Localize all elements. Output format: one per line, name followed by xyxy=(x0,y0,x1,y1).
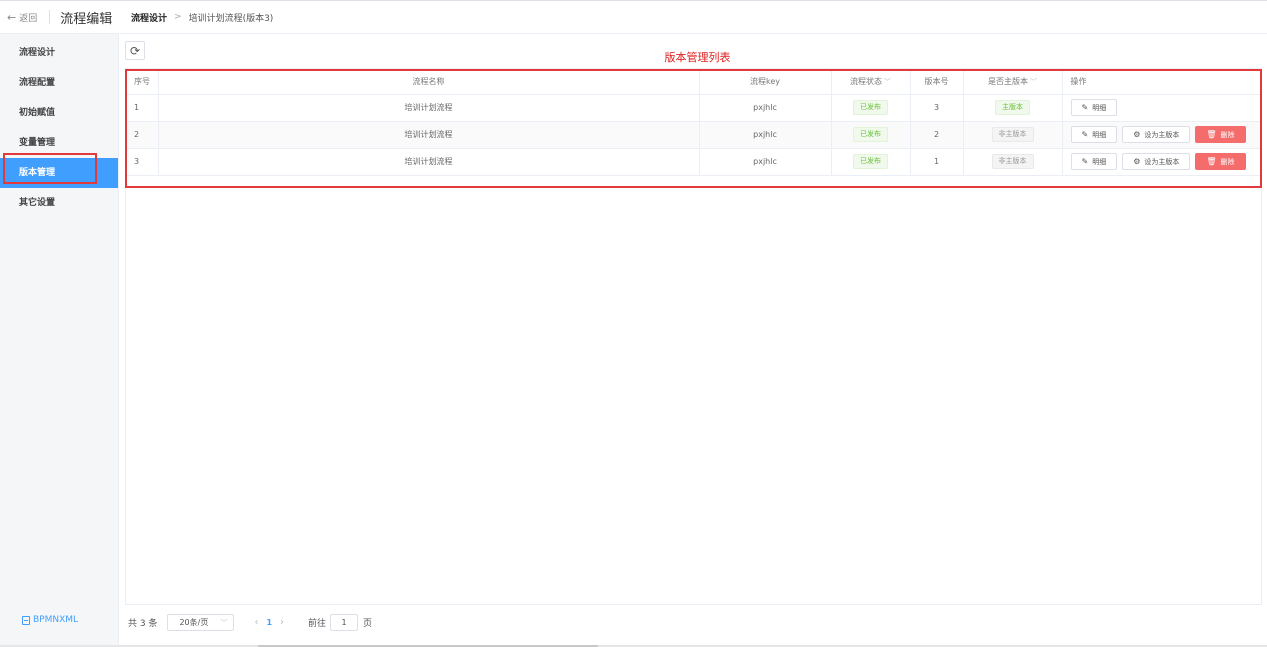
cell-key: pxjhlc xyxy=(699,121,832,149)
editor-title: 流程编辑 xyxy=(60,11,113,27)
cell-status: 已发布 xyxy=(831,148,911,176)
detail-button[interactable]: ✎ 明细 xyxy=(1070,153,1118,170)
cell-version: 2 xyxy=(910,121,964,149)
bpmn-xml-label: BPMNXML xyxy=(33,615,79,625)
main-version-badge: 非主版本 xyxy=(991,127,1034,142)
trash-icon: 🗑 xyxy=(1206,157,1217,166)
cell-index: 1 xyxy=(126,94,159,122)
prev-page-icon[interactable]: ‹ xyxy=(254,617,258,628)
col-header-actions: 操作 xyxy=(1062,70,1261,95)
table-row: 3 培训计划流程 pxjhlc 已发布 1 非主版本 ✎ 明细 ⚙ 设为主版本 🗑 删除 xyxy=(126,148,1261,176)
pagination: 共 3 条 20条/页 ﹀ ‹ 1 › 前往 1 页 xyxy=(128,614,372,631)
set-main-version-button[interactable]: ⚙ 设为主版本 xyxy=(1122,126,1191,143)
col-header-key: 流程key xyxy=(699,70,832,95)
page-suffix: 页 xyxy=(363,619,373,629)
cell-is-main: 非主版本 xyxy=(963,148,1063,176)
gear-icon: ⚙ xyxy=(1133,130,1141,139)
cell-actions: ✎ 明细 ⚙ 设为主版本 🗑 删除 xyxy=(1062,121,1261,149)
edit-icon: ✎ xyxy=(1081,103,1089,112)
sidebar-item-variables[interactable]: 变量管理 xyxy=(0,128,118,158)
cell-index: 2 xyxy=(126,121,159,149)
col-header-index: 序号 xyxy=(126,70,159,95)
main-version-badge: 非主版本 xyxy=(991,154,1034,169)
breadcrumb-current: 培训计划流程(版本3) xyxy=(188,13,274,24)
table-title-text: 版本管理列表 xyxy=(664,51,731,64)
status-badge: 已发布 xyxy=(853,154,888,169)
sidebar-item-initial-values[interactable]: 初始赋值 xyxy=(0,98,118,128)
chevron-down-icon: ﹀ xyxy=(220,618,228,627)
set-main-label: 设为主版本 xyxy=(1144,130,1180,139)
pagination-total: 共 3 条 xyxy=(128,619,158,629)
sidebar: ← 返回 流程编辑 流程设计 流程配置 初始赋值 变量管理 版本管理 其它设置 … xyxy=(0,1,119,647)
cell-name: 培训计划流程 xyxy=(158,94,700,122)
delete-button[interactable]: 🗑 删除 xyxy=(1195,126,1246,143)
page-size-select[interactable]: 20条/页 ﹀ xyxy=(167,614,235,631)
cell-index: 3 xyxy=(126,148,159,176)
edit-icon: ✎ xyxy=(1081,130,1089,139)
delete-label: 删除 xyxy=(1220,130,1235,139)
cell-key: pxjhlc xyxy=(699,148,832,176)
cell-status: 已发布 xyxy=(831,121,911,149)
status-badge: 已发布 xyxy=(853,100,888,115)
col-header-name: 流程名称 xyxy=(158,70,700,95)
col-header-status[interactable]: 流程状态 ﹀ xyxy=(831,70,911,95)
breadcrumb: 流程设计 > 培训计划流程(版本3) xyxy=(120,1,1267,34)
back-label: 返回 xyxy=(19,13,38,24)
chevron-down-icon: ﹀ xyxy=(884,78,891,87)
sidebar-item-other-settings[interactable]: 其它设置 xyxy=(0,188,118,218)
cell-name: 培训计划流程 xyxy=(158,148,700,176)
main-version-badge: 主版本 xyxy=(995,100,1030,115)
status-badge: 已发布 xyxy=(853,127,888,142)
trash-icon: 🗑 xyxy=(1206,130,1217,139)
breadcrumb-separator: > xyxy=(174,12,182,22)
cell-is-main: 非主版本 xyxy=(963,121,1063,149)
page-number-current[interactable]: 1 xyxy=(266,618,272,627)
cell-key: pxjhlc xyxy=(699,94,832,122)
next-page-icon[interactable]: › xyxy=(280,617,284,628)
cell-is-main: 主版本 xyxy=(963,94,1063,122)
col-header-is-main[interactable]: 是否主版本 ﹀ xyxy=(963,70,1063,95)
table-row: 1 培训计划流程 pxjhlc 已发布 3 主版本 ✎ 明细 xyxy=(126,94,1261,122)
col-header-is-main-label: 是否主版本 xyxy=(988,77,1028,87)
goto-label: 前往 xyxy=(308,619,327,629)
cell-name: 培训计划流程 xyxy=(158,121,700,149)
breadcrumb-root[interactable]: 流程设计 xyxy=(131,11,167,24)
sidebar-item-version-management[interactable]: 版本管理 xyxy=(0,158,118,188)
page-size-value: 20条/页 xyxy=(179,618,209,627)
sidebar-header: ← 返回 流程编辑 xyxy=(0,1,119,34)
sidebar-menu: 流程设计 流程配置 初始赋值 变量管理 版本管理 其它设置 xyxy=(0,38,118,218)
col-header-status-label: 流程状态 xyxy=(850,77,882,87)
col-header-version: 版本号 xyxy=(910,70,964,95)
detail-button[interactable]: ✎ 明细 xyxy=(1070,99,1118,116)
edit-icon: ✎ xyxy=(1081,157,1089,166)
version-table: 序号 流程名称 流程key 流程状态 ﹀ 版本号 是否主版本 ﹀ 操作 1 培训计划… xyxy=(126,70,1261,176)
detail-label: 明细 xyxy=(1092,157,1107,166)
delete-button[interactable]: 🗑 删除 xyxy=(1195,153,1246,170)
bpmn-xml-link[interactable]: BPMNXML xyxy=(22,615,78,625)
cell-actions: ✎ 明细 xyxy=(1062,94,1261,122)
goto-page-input[interactable]: 1 xyxy=(330,614,359,631)
arrow-left-icon: ← xyxy=(7,10,17,24)
sidebar-item-flow-config[interactable]: 流程配置 xyxy=(0,68,118,98)
cell-version: 3 xyxy=(910,94,964,122)
gear-icon: ⚙ xyxy=(1133,157,1141,166)
detail-label: 明细 xyxy=(1092,130,1107,139)
table-header-row: 序号 流程名称 流程key 流程状态 ﹀ 版本号 是否主版本 ﹀ 操作 xyxy=(126,70,1261,95)
delete-label: 删除 xyxy=(1220,157,1235,166)
set-main-version-button[interactable]: ⚙ 设为主版本 xyxy=(1122,153,1191,170)
cell-version: 1 xyxy=(910,148,964,176)
divider xyxy=(49,10,51,24)
cell-status: 已发布 xyxy=(831,94,911,122)
file-icon xyxy=(22,615,30,625)
cell-actions: ✎ 明细 ⚙ 设为主版本 🗑 删除 xyxy=(1062,148,1261,176)
back-link[interactable]: ← 返回 xyxy=(7,11,37,24)
table-row: 2 培训计划流程 pxjhlc 已发布 2 非主版本 ✎ 明细 ⚙ 设为主版本 🗑 删除 xyxy=(126,121,1261,149)
set-main-label: 设为主版本 xyxy=(1144,157,1180,166)
table-title: 版本管理列表 xyxy=(0,49,1267,65)
detail-label: 明细 xyxy=(1092,103,1107,112)
chevron-down-icon: ﹀ xyxy=(1030,78,1037,87)
detail-button[interactable]: ✎ 明细 xyxy=(1070,126,1118,143)
